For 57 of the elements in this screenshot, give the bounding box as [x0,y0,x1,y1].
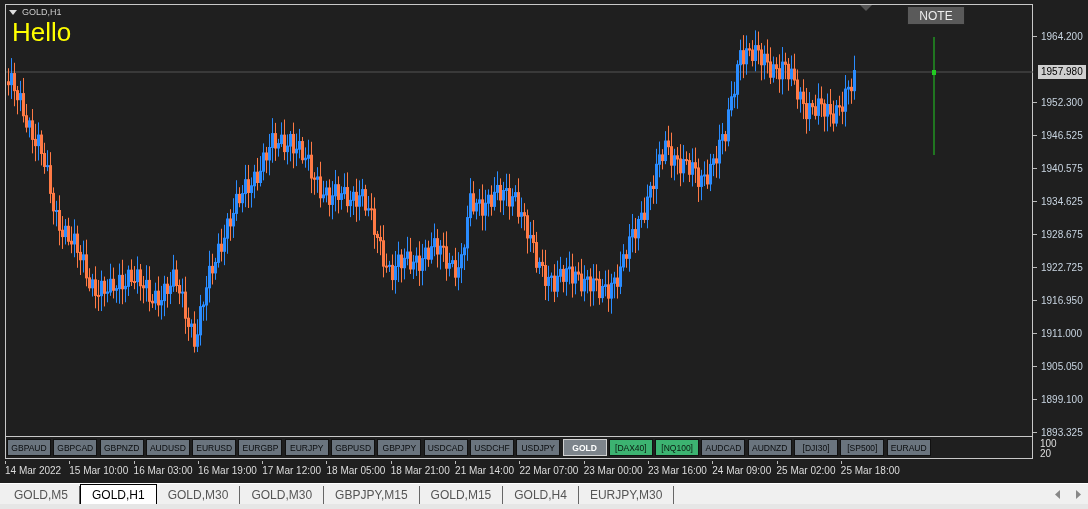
price-label: 1940.575 [1041,163,1083,174]
price-label: 1952.300 [1041,97,1083,108]
symbol-button[interactable]: [DJI30] [794,439,839,456]
price-label: 1916.950 [1041,295,1083,306]
chart-tab[interactable]: GOLD,H1 [80,484,157,504]
time-label: 24 Mar 09:00 [712,465,772,476]
symbol-button[interactable]: USDCHF [469,439,514,456]
indicator-level: 100 [1040,439,1058,449]
current-price-label: 1957.980 [1038,65,1086,79]
scroll-left-icon[interactable] [1054,490,1062,499]
price-label: 1922.725 [1041,262,1083,273]
scroll-marker-icon [860,5,872,11]
time-label: 16 Mar 03:00 [133,465,193,476]
time-label: 23 Mar 16:00 [647,465,707,476]
symbol-button[interactable]: USDCAD [423,439,468,456]
symbol-button[interactable]: AUDCAD [701,439,746,456]
symbol-button[interactable]: GBPCAD [53,439,98,456]
symbol-button[interactable]: GBPNZD [99,439,144,456]
price-label: 1899.100 [1041,394,1083,405]
symbol-button[interactable]: EURUSD [192,439,237,456]
scroll-right-icon[interactable] [1074,490,1082,499]
price-label: 1905.050 [1041,361,1083,372]
price-label: 1934.625 [1041,196,1083,207]
symbol-button[interactable]: GBPAUD [7,439,51,456]
price-label: 1946.525 [1041,130,1083,141]
time-label: 21 Mar 14:00 [455,465,514,476]
note-button[interactable]: NOTE [907,6,965,25]
symbol-button[interactable]: EURGBP [238,439,283,456]
time-label: 18 Mar 05:00 [326,465,386,476]
time-label: 17 Mar 12:00 [262,465,322,476]
time-label: 22 Mar 07:00 [519,465,579,476]
symbol-button[interactable]: [DAX40] [608,439,653,456]
symbol-button[interactable]: AUDUSD [145,439,190,456]
price-label: 1928.675 [1041,229,1083,240]
symbol-button[interactable]: USDJPY [516,439,561,456]
time-label: 23 Mar 00:00 [583,465,643,476]
symbol-button[interactable]: EURJPY [284,439,329,456]
chart-title: GOLD,H1 [22,7,62,17]
time-label: 18 Mar 21:00 [390,465,450,476]
symbol-button[interactable]: GOLD [562,439,607,456]
price-label: 1964.200 [1041,31,1083,42]
symbol-button[interactable]: GBPUSD [331,439,376,456]
price-label: 1893.325 [1041,427,1083,438]
time-label: 25 Mar 18:00 [840,465,900,476]
symbol-button[interactable]: GBPJPY [377,439,422,456]
dropdown-icon[interactable] [9,9,17,15]
price-label: 1911.000 [1041,328,1082,339]
chart-note-text: Hello [12,17,72,47]
symbol-button[interactable]: AUDNZD [747,439,792,456]
symbol-button[interactable]: [NQ100] [655,439,700,456]
symbol-button[interactable]: [SP500] [840,439,885,456]
time-label: 16 Mar 19:00 [197,465,257,476]
time-label: 25 Mar 02:00 [776,465,836,476]
indicator-level: 20 [1040,449,1053,459]
time-label: 14 Mar 2022 [5,465,62,476]
time-label: 15 Mar 10:00 [69,465,129,476]
symbol-button[interactable]: EURAUD [886,439,931,456]
